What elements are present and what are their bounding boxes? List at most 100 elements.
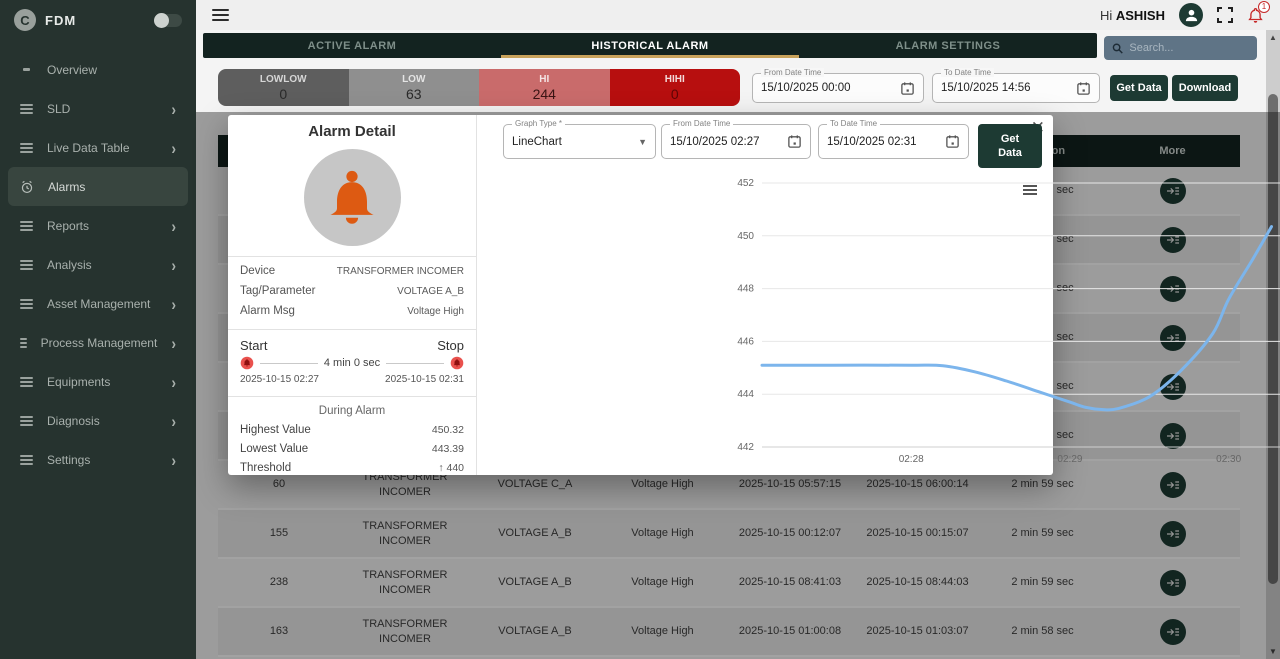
calendar-icon[interactable] — [787, 134, 802, 149]
card-label: HIHI — [665, 74, 685, 85]
sidebar-item-label: Equipments — [47, 375, 157, 389]
user-greeting: Hi ASHISH — [1100, 8, 1165, 23]
sidebar-item-process-management[interactable]: Process Management› — [8, 323, 188, 362]
svg-text:448: 448 — [737, 284, 754, 295]
sidebar-header: C FDM — [0, 0, 196, 40]
sidebar-item-label: Asset Management — [47, 297, 157, 311]
menu-lines-icon — [20, 338, 27, 348]
alarm-count-card-hi: HI244 — [479, 69, 610, 106]
person-icon — [1184, 8, 1199, 23]
start-bell-icon — [240, 356, 254, 370]
card-label: LOWLOW — [260, 74, 307, 85]
fullscreen-icon[interactable] — [1217, 7, 1233, 23]
chart-to-label: To Date Time — [827, 119, 880, 128]
during-value: 450.32 — [432, 424, 464, 436]
card-value: 63 — [406, 86, 422, 102]
app-root: C FDM Overview SLD› Live Data Table › Alarms… — [0, 0, 1280, 659]
card-value: 0 — [671, 86, 679, 102]
tab-active-alarm[interactable]: ACTIVE ALARM — [203, 33, 501, 58]
tab-historical-alarm[interactable]: HISTORICAL ALARM — [501, 33, 799, 58]
card-value: 0 — [279, 86, 287, 102]
to-datetime-value: 15/10/2025 14:56 — [941, 82, 1076, 94]
sidebar-item-alarms[interactable]: Alarms — [8, 167, 188, 206]
sidebar-item-label: Overview — [47, 63, 176, 77]
from-datetime-value: 15/10/2025 00:00 — [761, 82, 900, 94]
chevron-right-icon: › — [171, 411, 176, 430]
alarm-detail-dialog: Alarm Detail DeviceTRANSFORMER INCOMERTa… — [228, 115, 1053, 475]
alarm-count-card-hihi: HIHI0 — [610, 69, 741, 106]
to-datetime-field[interactable]: To Date Time 15/10/2025 14:56 — [932, 73, 1100, 103]
sidebar-item-asset-management[interactable]: Asset Management› — [8, 284, 188, 323]
topbar: Hi ASHISH 1 — [196, 0, 1280, 30]
sidebar-item-diagnosis[interactable]: Diagnosis › — [8, 401, 188, 440]
calendar-icon[interactable] — [945, 134, 960, 149]
chart-to-datetime-field[interactable]: To Date Time 15/10/2025 02:31 — [818, 124, 969, 159]
alarm-chart-panel: ✕ Graph Type * LineChart ▼ From Date Tim… — [477, 115, 1053, 475]
line-chart: 44244444644845045202:2802:2902:30 — [732, 175, 1280, 470]
alarm-count-cards: LOWLOW0LOW63HI244HIHI0 — [218, 69, 740, 106]
sidebar-item-sld[interactable]: SLD› — [8, 89, 188, 128]
sidebar-item-reports[interactable]: Reports› — [8, 206, 188, 245]
download-button[interactable]: Download — [1172, 75, 1238, 101]
to-datetime-label: To Date Time — [941, 68, 994, 77]
during-alarm-row: Highest Value 450.32 — [240, 424, 464, 436]
sidebar-item-label: Live Data Table — [47, 141, 157, 155]
menu-lines-icon — [20, 377, 33, 387]
avatar[interactable] — [1179, 3, 1203, 27]
svg-text:450: 450 — [737, 231, 754, 242]
sidebar-item-equipments[interactable]: Equipments › — [8, 362, 188, 401]
brand-logo-icon: C — [14, 9, 36, 31]
sidebar-item-overview[interactable]: Overview — [8, 50, 188, 89]
sidebar-item-label: Alarms — [48, 180, 176, 194]
calendar-icon[interactable] — [1076, 81, 1091, 96]
chevron-right-icon: › — [171, 372, 176, 391]
calendar-icon[interactable] — [900, 81, 915, 96]
sidebar-item-label: Analysis — [47, 258, 157, 272]
detail-label: Tag/Parameter — [240, 285, 315, 297]
search-icon — [1112, 42, 1123, 55]
graph-type-select[interactable]: Graph Type * LineChart ▼ — [503, 124, 656, 159]
toggle-knob — [154, 13, 169, 28]
notification-badge: 1 — [1258, 1, 1270, 13]
sidebar-item-settings[interactable]: Settings› — [8, 440, 188, 479]
get-data-button[interactable]: Get Data — [1110, 75, 1168, 101]
menu-lines-icon — [20, 260, 33, 270]
chart-from-label: From Date Time — [670, 119, 733, 128]
alarm-bell-badge — [304, 149, 401, 246]
alarm-tabs: ACTIVE ALARMHISTORICAL ALARMALARM SETTIN… — [203, 33, 1097, 58]
detail-row: DeviceTRANSFORMER INCOMER — [240, 265, 464, 277]
during-value: 443.39 — [432, 443, 464, 455]
tab-alarm-settings[interactable]: ALARM SETTINGS — [799, 33, 1097, 58]
scroll-up-icon[interactable]: ▲ — [1266, 33, 1280, 42]
sidebar-item-label: Diagnosis — [47, 414, 157, 428]
detail-value: Voltage High — [407, 306, 464, 317]
theme-toggle[interactable] — [154, 14, 182, 27]
detail-value: TRANSFORMER INCOMER — [337, 266, 464, 277]
chevron-right-icon: › — [171, 333, 176, 352]
from-datetime-field[interactable]: From Date Time 15/10/2025 00:00 — [752, 73, 924, 103]
graph-type-value: LineChart — [512, 136, 634, 148]
sidebar-item-analysis[interactable]: Analysis › — [8, 245, 188, 284]
chevron-right-icon: › — [171, 255, 176, 274]
alarm-count-card-lowlow: LOWLOW0 — [218, 69, 349, 106]
graph-type-label: Graph Type * — [512, 119, 565, 128]
notification-bell-icon[interactable]: 1 — [1247, 7, 1264, 24]
chart-get-data-button[interactable]: Get Data — [978, 124, 1042, 168]
chart-from-datetime-field[interactable]: From Date Time 15/10/2025 02:27 — [661, 124, 811, 159]
svg-text:444: 444 — [737, 389, 754, 400]
menu-lines-icon — [20, 416, 33, 426]
search-input[interactable] — [1129, 42, 1249, 54]
alarm-duration: 4 min 0 sec — [324, 357, 380, 369]
svg-text:442: 442 — [737, 442, 754, 453]
menu-lines-icon — [20, 104, 33, 114]
menu-hamburger-icon[interactable] — [212, 9, 229, 21]
during-label: Highest Value — [240, 424, 311, 436]
brand-name: FDM — [45, 13, 145, 28]
alarm-detail-panel: Alarm Detail DeviceTRANSFORMER INCOMERTa… — [228, 115, 477, 475]
card-value: 244 — [533, 86, 556, 102]
sidebar-item-live-data-table[interactable]: Live Data Table › — [8, 128, 188, 167]
chevron-right-icon: › — [171, 138, 176, 157]
card-label: LOW — [402, 74, 425, 85]
chevron-down-icon: ▼ — [638, 137, 647, 147]
menu-lines-icon — [20, 299, 33, 309]
